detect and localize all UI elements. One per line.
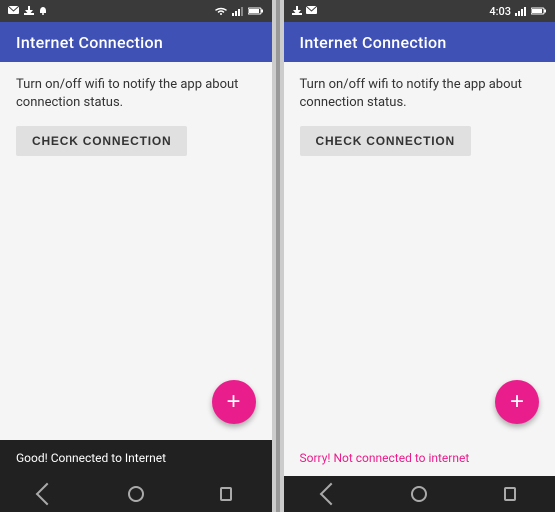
status-bar-left-2 [292,6,318,16]
nav-bar-1 [0,476,272,512]
content-1: Turn on/off wifi to notify the app about… [0,62,272,440]
check-connection-button-2[interactable]: CHECK CONNECTION [300,126,471,156]
check-connection-button-1[interactable]: CHECK CONNECTION [16,126,187,156]
description-text-2: Turn on/off wifi to notify the app about… [300,76,540,112]
download-icon-2 [292,6,302,16]
status-bar-left-1 [8,6,48,16]
fab-1[interactable]: + [212,380,256,424]
snackbar-message-1: Good! Connected to Internet [16,451,166,465]
phone-divider [276,0,280,512]
back-button-2[interactable] [309,476,349,512]
app-bar-title-2: Internet Connection [300,33,447,52]
home-icon-2 [411,486,427,502]
back-icon-2 [319,483,342,506]
home-icon-1 [128,486,144,502]
home-button-2[interactable] [399,476,439,512]
snackbar-2: Sorry! Not connected to internet [284,440,555,476]
nav-bar-2 [284,476,555,512]
content-2: Turn on/off wifi to notify the app about… [284,62,555,440]
fab-icon-2: + [510,390,524,414]
signal-icon-1 [232,6,244,16]
recent-button-1[interactable] [206,476,246,512]
battery-icon-1 [248,6,264,16]
recent-button-2[interactable] [490,476,530,512]
download-icon [24,6,34,16]
status-bar-2: 4:03 [284,0,555,22]
signal-icon-2 [515,6,527,16]
fab-2[interactable]: + [495,380,539,424]
status-bar-right-2: 4:03 [489,5,547,18]
alert-icon [38,6,48,16]
time-display: 4:03 [489,5,511,18]
phone-2: 4:03 Internet Connection [284,0,555,512]
status-bar-right-1 [214,6,264,16]
app-bar-1: Internet Connection [0,22,272,62]
status-bar-1 [0,0,272,22]
phone-1: Internet Connection Turn on/off wifi to … [0,0,272,512]
app-bar-2: Internet Connection [284,22,555,62]
back-icon-1 [36,483,59,506]
app-bar-title-1: Internet Connection [16,33,163,52]
wifi-icon-1 [214,6,228,16]
battery-icon-2 [531,6,547,16]
message-icon-2 [306,6,318,16]
recent-icon-2 [504,487,516,501]
back-button-1[interactable] [25,476,65,512]
home-button-1[interactable] [116,476,156,512]
snackbar-message-2: Sorry! Not connected to internet [300,451,470,465]
snackbar-1: Good! Connected to Internet [0,440,272,476]
message-icon [8,6,20,16]
description-text-1: Turn on/off wifi to notify the app about… [16,76,256,112]
recent-icon-1 [220,487,232,501]
fab-icon-1: + [226,390,240,414]
